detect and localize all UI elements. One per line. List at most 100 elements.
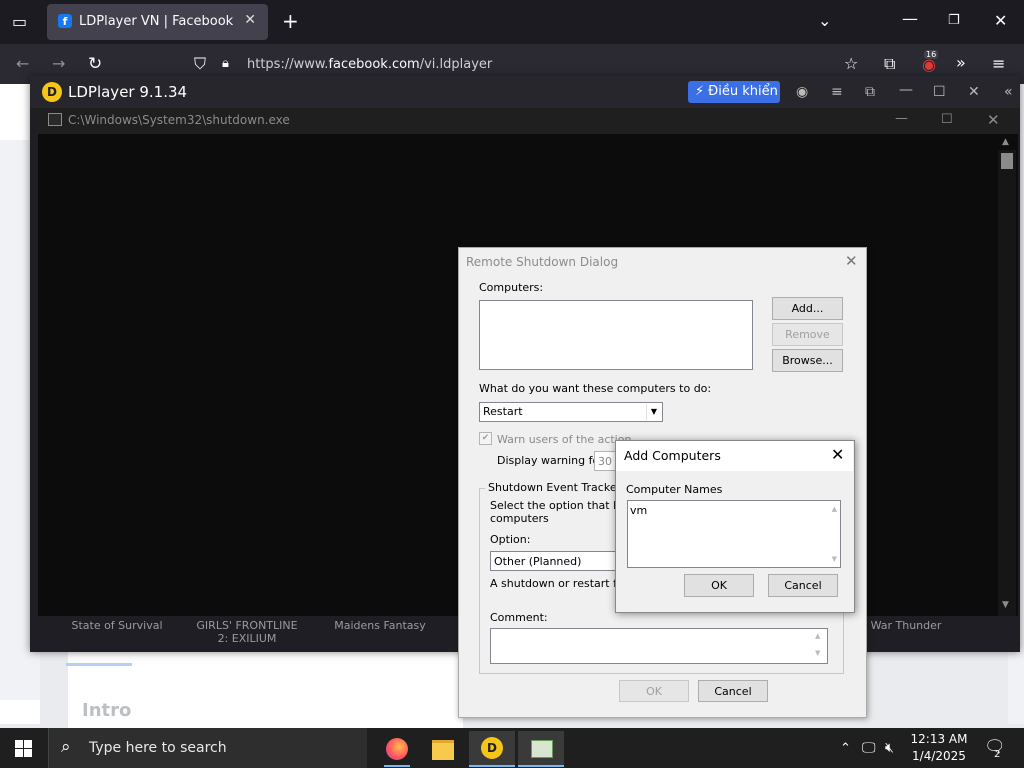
computers-list[interactable] bbox=[479, 300, 753, 370]
tracker-text-line2: computers bbox=[490, 512, 549, 525]
taskbar-ldplayer[interactable]: D bbox=[469, 731, 515, 765]
popout-icon[interactable]: ⧉ bbox=[865, 84, 875, 100]
firefox-running-indicator bbox=[384, 765, 410, 767]
taskbar-clock[interactable]: 12:13 AM 1/4/2025 bbox=[906, 731, 972, 765]
facebook-tab-underline bbox=[66, 663, 132, 666]
taskbar-file-explorer[interactable] bbox=[420, 731, 466, 765]
folder-icon bbox=[432, 740, 454, 760]
comment-textarea[interactable] bbox=[490, 628, 828, 664]
extensions-puzzle-icon[interactable]: ⧉ bbox=[884, 56, 895, 72]
action-select[interactable]: Restart ▼ bbox=[479, 402, 663, 422]
tray-chevron-up-icon[interactable]: ⌃ bbox=[840, 741, 851, 757]
url-prefix: https://www. bbox=[247, 57, 329, 72]
ld-sidebar-collapse-icon[interactable]: « bbox=[1004, 84, 1013, 100]
chevron-down-icon[interactable]: ▼ bbox=[646, 404, 661, 420]
rsd-title: Remote Shutdown Dialog bbox=[466, 255, 619, 269]
game-item[interactable]: State of Survival bbox=[62, 619, 172, 632]
console-minimize-icon[interactable]: — bbox=[895, 111, 908, 126]
bookmark-star-icon[interactable]: ☆ bbox=[844, 56, 858, 72]
menu-icon[interactable]: ≡ bbox=[831, 84, 843, 100]
window-minimize-icon[interactable]: — bbox=[902, 11, 918, 27]
clock-time: 12:13 AM bbox=[910, 732, 968, 746]
display-warning-label: Display warning for bbox=[497, 454, 604, 467]
tab-overview-icon[interactable]: ▭ bbox=[12, 14, 27, 30]
add-button[interactable]: Add... bbox=[772, 297, 843, 320]
extension-icon[interactable]: ◉ bbox=[922, 57, 936, 73]
browser-tab-active[interactable]: f LDPlayer VN | Facebook ✕ bbox=[47, 4, 268, 40]
tab-list-chevron-icon[interactable]: ⌄ bbox=[818, 13, 831, 29]
search-icon: ⌕ bbox=[61, 737, 71, 757]
tab-title: LDPlayer VN | Facebook bbox=[79, 14, 234, 29]
computer-names-input[interactable]: vm ▲ ▼ bbox=[627, 500, 841, 568]
window-close-icon[interactable]: ✕ bbox=[994, 13, 1007, 29]
console-scroll-thumb[interactable] bbox=[1001, 153, 1013, 169]
ld-maximize-icon[interactable]: ☐ bbox=[933, 84, 946, 100]
console-scrollbar[interactable] bbox=[998, 150, 1016, 616]
tab-close-icon[interactable]: ✕ bbox=[244, 12, 256, 28]
clock-date: 1/4/2025 bbox=[912, 749, 966, 763]
overflow-chevrons-icon[interactable]: » bbox=[956, 55, 966, 71]
account-icon[interactable]: ◉ bbox=[796, 84, 808, 100]
names-scroll-down-icon[interactable]: ▼ bbox=[832, 555, 837, 563]
taskbar-search[interactable]: ⌕ Type here to search bbox=[48, 728, 367, 768]
computer-names-label: Computer Names bbox=[626, 483, 723, 496]
action-select-value: Restart bbox=[483, 405, 523, 418]
search-placeholder: Type here to search bbox=[89, 740, 227, 756]
notification-count: 2 bbox=[994, 749, 1001, 760]
remove-button[interactable]: Remove bbox=[772, 323, 843, 346]
rsd-ok-button[interactable]: OK bbox=[619, 680, 689, 702]
shield-icon[interactable]: ⛉ bbox=[194, 56, 206, 72]
option-select[interactable]: Other (Planned) bbox=[490, 551, 617, 571]
forward-arrow-icon[interactable]: → bbox=[52, 56, 65, 72]
facebook-intro-heading: Intro bbox=[82, 700, 132, 721]
warn-checkbox[interactable]: ✔ bbox=[479, 432, 492, 445]
reload-icon[interactable]: ↻ bbox=[88, 56, 102, 73]
console-close-icon[interactable]: ✕ bbox=[987, 111, 1000, 129]
comment-scroll-up-icon[interactable]: ▲ bbox=[815, 632, 820, 640]
firefox-icon bbox=[386, 738, 408, 760]
option-select-value: Other (Planned) bbox=[494, 555, 582, 568]
warning-seconds-value: 30 bbox=[598, 455, 612, 468]
acd-title: Add Computers bbox=[624, 448, 721, 463]
acd-cancel-button[interactable]: Cancel bbox=[768, 574, 838, 597]
rsd-cancel-button[interactable]: Cancel bbox=[698, 680, 768, 702]
windows-start-icon[interactable] bbox=[15, 740, 32, 757]
url-text[interactable]: https://www.facebook.com/vi.ldplayer bbox=[247, 57, 492, 72]
ldplayer-title: LDPlayer 9.1.34 bbox=[68, 83, 188, 101]
new-tab-icon[interactable]: + bbox=[282, 11, 299, 31]
url-path: /vi.ldplayer bbox=[419, 57, 493, 72]
console-titlebar: C:\Windows\System32\shutdown.exe bbox=[38, 108, 1018, 134]
window-restore-icon[interactable]: ❐ bbox=[948, 13, 960, 29]
scroll-up-icon[interactable]: ▲ bbox=[1002, 137, 1009, 147]
acd-close-icon[interactable]: ✕ bbox=[831, 445, 844, 464]
volume-muted-icon[interactable]: 🔇︎ bbox=[885, 740, 894, 756]
game-item[interactable]: War Thunder bbox=[851, 619, 961, 632]
ldplayer-running-indicator bbox=[469, 765, 515, 767]
action-question-label: What do you want these computers to do: bbox=[479, 382, 712, 395]
computers-label: Computers: bbox=[479, 281, 544, 294]
console-app-icon bbox=[48, 113, 62, 126]
back-arrow-icon[interactable]: ← bbox=[16, 56, 29, 72]
browse-button[interactable]: Browse... bbox=[772, 349, 843, 372]
ldplayer-taskbar-icon: D bbox=[481, 737, 503, 759]
lock-icon[interactable]: 🔒︎ bbox=[222, 56, 229, 72]
console-maximize-icon[interactable]: ☐ bbox=[941, 112, 953, 127]
ld-minimize-icon[interactable]: — bbox=[899, 82, 913, 98]
warn-label: Warn users of the action bbox=[497, 433, 632, 446]
network-icon[interactable]: 🖵︎ bbox=[862, 740, 876, 756]
ld-close-icon[interactable]: ✕ bbox=[968, 84, 980, 100]
rsd-close-icon[interactable]: ✕ bbox=[845, 252, 858, 270]
console-taskbar-icon bbox=[531, 740, 553, 758]
scroll-down-icon[interactable]: ▼ bbox=[1002, 600, 1009, 610]
game-item[interactable]: Maidens Fantasy bbox=[325, 619, 435, 632]
names-scroll-up-icon[interactable]: ▲ bbox=[832, 505, 837, 513]
hamburger-menu-icon[interactable]: ≡ bbox=[992, 56, 1005, 72]
warning-seconds-input[interactable]: 30 bbox=[594, 451, 616, 471]
taskbar-shutdown-app[interactable] bbox=[518, 731, 564, 765]
taskbar-firefox[interactable] bbox=[374, 731, 420, 765]
control-button[interactable]: ⚡ Điều khiển bbox=[688, 81, 780, 103]
game-item[interactable]: GIRLS' FRONTLINE 2: EXILIUM bbox=[192, 619, 302, 645]
tracker-group-title: Shutdown Event Tracker bbox=[485, 481, 625, 494]
acd-ok-button[interactable]: OK bbox=[684, 574, 754, 597]
comment-scroll-down-icon[interactable]: ▼ bbox=[815, 649, 820, 657]
